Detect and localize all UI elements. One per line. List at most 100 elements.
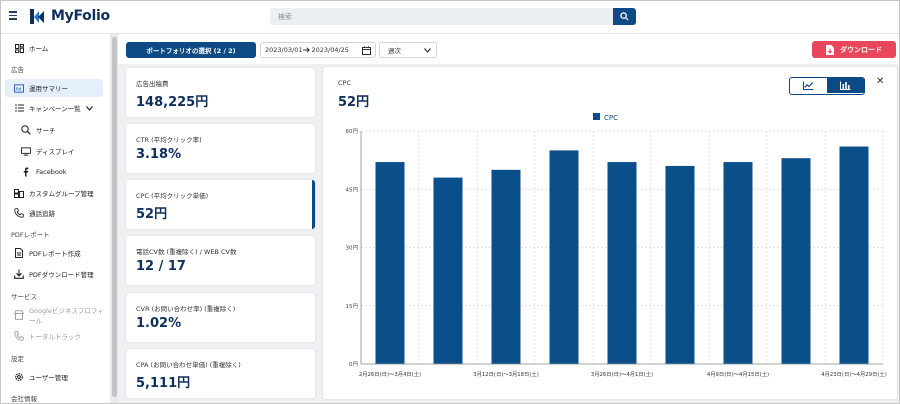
sidebar-item-label: PDFレポート作成: [29, 250, 81, 258]
phone-icon: [14, 208, 24, 218]
sidebar-item-label: カスタムグループ管理: [29, 190, 94, 198]
metric-label: CVR (お問い合わせ率) (重複除く): [136, 305, 236, 313]
section-label-pdf: PDFレポート: [11, 231, 50, 239]
sidebar-item-search[interactable]: サーチ: [1, 121, 109, 139]
x-tick-label: 4月23日(日)〜4月29日(土): [821, 370, 887, 378]
sidebar-item-label: Googleビジネスプロフィール: [29, 307, 104, 325]
metric-card-cpc[interactable]: CPC (平均クリック単価) 52円: [126, 180, 315, 229]
metric-card-ctr[interactable]: CTR (平均クリック率) 3.18%: [126, 124, 315, 173]
sidebar-item-ops-summary[interactable]: Ad 運用サマリー: [5, 79, 103, 97]
metric-card-ad-spend[interactable]: 広告出稿費 148,225円: [126, 68, 315, 117]
x-tick-label: 3月12日(日)〜3月18日(土): [473, 370, 539, 378]
line-chart-icon: [803, 81, 814, 90]
x-tick-label: 2月26日(日)〜3月4日(土): [359, 370, 421, 378]
sidebar-item-label: ディスプレイ: [36, 148, 75, 156]
bar: [839, 146, 869, 364]
sidebar-item-custom-group[interactable]: カスタムグループ管理: [1, 184, 109, 202]
calendar-icon: [362, 46, 371, 55]
y-tick-label: 60円: [346, 128, 359, 135]
sidebar-item-campaign-list[interactable]: キャンペーン一覧: [1, 99, 109, 117]
sidebar-item-user-mgmt[interactable]: ユーザー管理: [1, 368, 109, 386]
section-label-company: 会社情報: [11, 395, 37, 403]
portfolio-select-button[interactable]: ポートフォリオの選択 (2 / 2): [126, 42, 256, 58]
legend-label: CPC: [604, 114, 618, 122]
bar-chart-toggle[interactable]: [827, 78, 864, 93]
section-label-ads: 広告: [11, 66, 24, 74]
gear-icon: [14, 372, 24, 382]
download-icon: [14, 269, 24, 279]
sidebar-item-facebook[interactable]: Facebook: [1, 163, 109, 181]
period-select-value: 週次: [388, 47, 401, 55]
ad-icon: Ad: [14, 83, 24, 93]
bar: [375, 162, 405, 364]
metric-label: CPC (平均クリック単価): [136, 192, 209, 200]
storefront-icon: [14, 310, 24, 320]
group-icon: [14, 188, 24, 198]
metric-label: 広告出稿費: [136, 80, 169, 88]
date-range-picker[interactable]: 2023/03/01 2023/04/25: [260, 42, 376, 58]
metric-card-cvr[interactable]: CVR (お問い合わせ率) (重複除く) 1.02%: [126, 293, 315, 342]
metric-card-cv-count[interactable]: 電話CV数 (重複除く) / WEB CV数 12 / 17: [126, 236, 315, 285]
metric-value: 12 / 17: [136, 259, 186, 274]
sidebar-item-home[interactable]: ホーム: [1, 39, 109, 57]
sidebar-item-pdf-download[interactable]: PDFダウンロード管理: [1, 265, 109, 283]
phone-track-icon: [14, 331, 24, 341]
bar: [665, 165, 695, 364]
search-input[interactable]: 検索: [270, 8, 613, 25]
sidebar-item-pdf-create[interactable]: PDFレポート作成: [1, 244, 109, 262]
app-window: MyFolio 検索 ホーム 広告 Ad 運用サマリー キャンペーン一覧 サーチ…: [0, 0, 900, 404]
sidebar-item-label: ホーム: [29, 45, 49, 53]
sidebar-item-label: トータルトラック: [29, 333, 81, 341]
metric-value: 52円: [136, 207, 168, 222]
section-label-service: サービス: [11, 293, 37, 301]
sidebar-item-display[interactable]: ディスプレイ: [1, 142, 109, 160]
sidebar-item-label: PDFダウンロード管理: [29, 271, 94, 279]
line-chart-toggle[interactable]: [790, 78, 827, 93]
svg-text:Ad: Ad: [16, 86, 22, 92]
chart-type-toggle[interactable]: [789, 77, 865, 95]
bar-chart-icon: [840, 81, 851, 90]
bar: [723, 162, 753, 364]
sidebar-item-label: 通話追跡: [29, 210, 55, 218]
date-end: 2023/04/25: [311, 46, 349, 54]
y-tick-label: 45円: [346, 186, 359, 193]
sidebar-item-label: サーチ: [36, 127, 56, 135]
sidebar-item-label: 運用サマリー: [29, 85, 68, 93]
metric-value: 1.02%: [136, 316, 182, 331]
menu-icon[interactable]: [9, 11, 19, 21]
chevron-down-icon: [424, 48, 431, 53]
sidebar-scrollbar-thumb[interactable]: [112, 37, 117, 397]
sidebar-item-google-business[interactable]: Googleビジネスプロフィール: [1, 306, 109, 325]
metric-label: CTR (平均クリック率): [136, 136, 202, 144]
close-icon[interactable]: ✕: [876, 76, 884, 87]
metric-card-cpa[interactable]: CPA (お問い合わせ単価) (重複除く) 5,111円: [126, 349, 315, 398]
top-header: MyFolio 検索: [1, 1, 899, 34]
y-tick-label: 30円: [346, 245, 359, 252]
sidebar-item-label: キャンペーン一覧: [29, 105, 81, 113]
sidebar: ホーム 広告 Ad 運用サマリー キャンペーン一覧 サーチ ディスプレイ Fac…: [1, 34, 111, 403]
sidebar-item-label: ユーザー管理: [29, 374, 68, 382]
download-button[interactable]: ダウンロード: [812, 41, 896, 58]
sidebar-item-label: Facebook: [36, 168, 67, 176]
document-icon: [14, 248, 24, 258]
monitor-icon: [21, 146, 31, 156]
chart-panel-label: CPC: [338, 79, 351, 87]
metric-label: CPA (お問い合わせ単価) (重複除く): [136, 361, 241, 369]
search-icon: [620, 12, 629, 21]
facebook-icon: [21, 167, 31, 177]
brand-name: MyFolio: [51, 8, 110, 24]
metric-label: 電話CV数 (重複除く) / WEB CV数: [136, 248, 237, 256]
search-button[interactable]: [613, 8, 636, 25]
bar: [491, 169, 521, 364]
sidebar-item-total-track[interactable]: トータルトラック: [1, 327, 109, 345]
arrow-right-icon: [303, 47, 311, 53]
x-tick-label: 4月9日(日)〜4月15日(土): [707, 370, 769, 378]
y-tick-label: 0円: [349, 361, 358, 368]
period-select[interactable]: 週次: [379, 42, 437, 58]
x-tick-label: 3月26日(日)〜4月1日(土): [591, 370, 653, 378]
bar: [549, 150, 579, 364]
sidebar-item-call-tracking[interactable]: 通話追跡: [1, 204, 109, 222]
metric-value: 3.18%: [136, 147, 182, 162]
bar: [781, 158, 811, 364]
date-start: 2023/03/01: [265, 46, 303, 54]
